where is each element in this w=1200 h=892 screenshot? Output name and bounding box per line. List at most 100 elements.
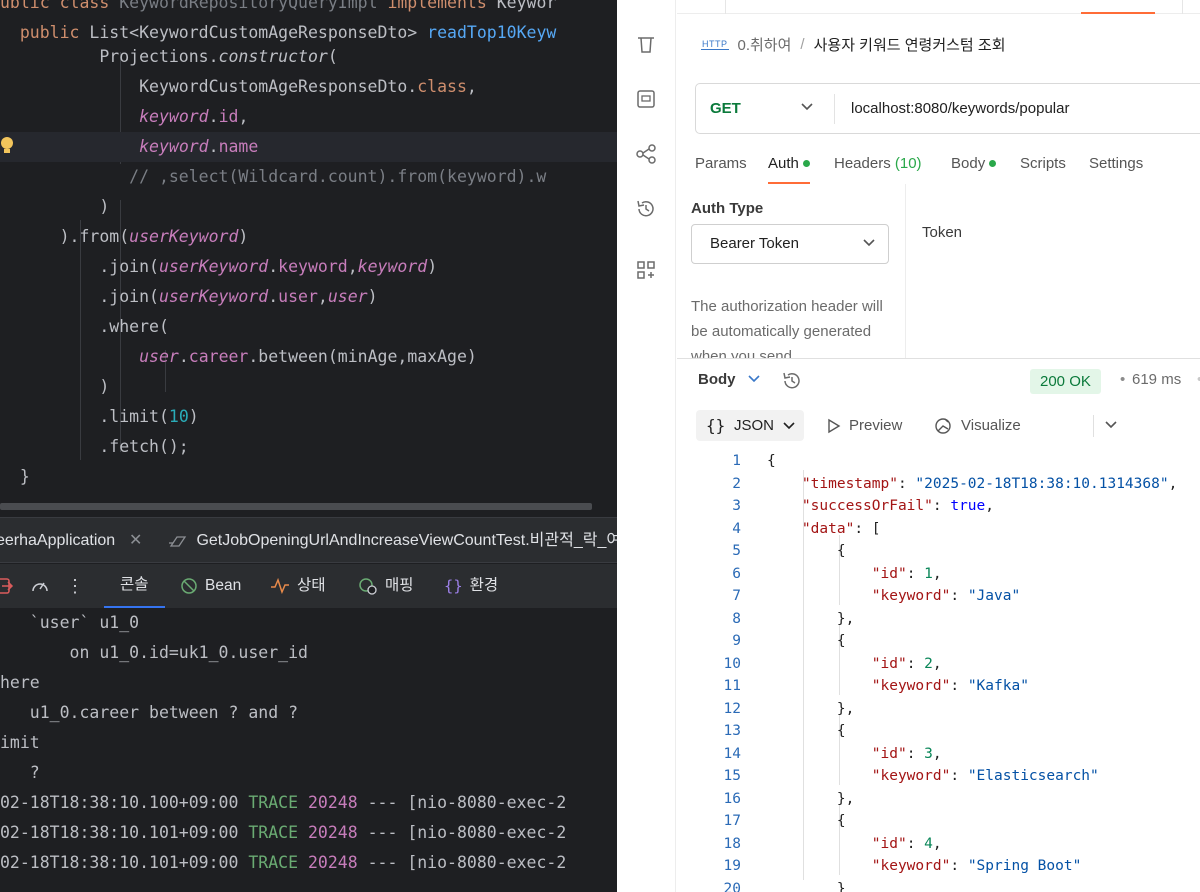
code-token: "Java"	[967, 588, 1021, 604]
request-name[interactable]: 사용자 키워드 연령커스텀 조회	[814, 34, 1006, 55]
code-token: keyword	[139, 137, 209, 156]
line-number: 4	[732, 520, 741, 537]
code-token: userKeyword	[158, 257, 269, 276]
tab-params[interactable]: Params	[695, 150, 747, 184]
code-token: .join(	[0, 287, 159, 306]
breadcrumb-collection[interactable]: 0.취하여	[738, 34, 792, 55]
tab-label: Bean	[205, 577, 242, 594]
json-line: {	[767, 450, 776, 473]
code-token: {	[767, 723, 846, 739]
code-token: :	[906, 835, 925, 852]
json-line: {	[767, 630, 846, 653]
visualize-button[interactable]: Visualize	[933, 410, 1021, 441]
tab-mapping[interactable]: 매핑	[358, 564, 414, 608]
code-token: "Spring Boot"	[967, 858, 1082, 874]
code-line: // ,select(Wildcard.count).from(keyword)…	[0, 162, 617, 192]
code-token: :	[906, 655, 925, 672]
preview-button[interactable]: Preview	[827, 410, 902, 441]
history-icon[interactable]	[635, 198, 657, 220]
tab-console[interactable]: 콘솔	[104, 564, 165, 608]
url-input[interactable]	[851, 84, 1200, 133]
tab-status[interactable]: 상태	[270, 564, 326, 608]
code-token: career	[188, 347, 249, 366]
code-token: },	[767, 700, 855, 717]
status-badge[interactable]: 200 OK	[1030, 369, 1101, 394]
code-token: 20248	[307, 793, 368, 812]
tab-body[interactable]: Body	[951, 150, 997, 184]
request-tabs: Params Auth Headers (10) Body Scripts Se…	[695, 150, 1200, 184]
console-output[interactable]: `user` u1_0 on u1_0.id=uk1_0.user_id here…	[0, 608, 617, 892]
tab-scripts[interactable]: Scripts	[1020, 150, 1066, 184]
flows-icon[interactable]	[635, 143, 657, 165]
code-token: "data"	[801, 520, 855, 537]
chevron-down-icon[interactable]	[747, 374, 761, 384]
console-line: imit	[0, 728, 40, 758]
code-line: ).from(userKeyword)	[0, 222, 617, 252]
auth-type-select[interactable]: Bearer Token	[691, 224, 889, 264]
line-number: 18	[723, 835, 741, 852]
scrollbar-thumb[interactable]	[0, 503, 592, 510]
lightbulb-icon[interactable]	[0, 136, 16, 156]
line-number: 11	[723, 678, 741, 694]
code-token: class	[417, 77, 467, 96]
code-line: keyword.name	[0, 132, 617, 162]
format-select[interactable]: {} JSON	[696, 410, 804, 441]
code-token: "2025-02-18T18:38:10.1314368"	[915, 475, 1169, 492]
environment-icon[interactable]	[635, 88, 657, 110]
code-token: {	[767, 633, 846, 649]
tab-environment[interactable]: {} 환경	[444, 564, 498, 608]
line-number: 20	[723, 880, 741, 892]
code-editor[interactable]: ublic class KeywordRepositoryQueryImpl i…	[0, 0, 617, 500]
code-token: public	[0, 23, 90, 42]
format-label: JSON	[734, 417, 775, 434]
trash-icon[interactable]	[635, 33, 657, 55]
add-widget-icon[interactable]	[635, 259, 657, 281]
code-token: ,	[932, 655, 942, 672]
gauge-icon[interactable]	[30, 577, 50, 595]
tab-bean[interactable]: Bean	[180, 564, 241, 608]
tab-auth[interactable]: Auth	[768, 150, 810, 184]
code-token: 02-18T18:38:10.101+09:00	[0, 823, 249, 842]
code-token: user	[278, 287, 318, 306]
response-time[interactable]: 619 ms	[1132, 371, 1181, 388]
play-icon	[828, 418, 841, 433]
code-token: --- [nio-8080-exec-2	[367, 793, 567, 812]
code-token: imit	[0, 733, 40, 752]
code-line: ublic class KeywordRepositoryQueryImpl i…	[0, 0, 617, 18]
code-token: 2	[924, 655, 933, 672]
tab-label: Headers	[834, 155, 891, 172]
code-token: .where(	[0, 317, 169, 336]
json-line: "keyword": "Java"	[767, 585, 1020, 608]
run-tab-test[interactable]: GetJobOpeningUrlAndIncreaseViewCountTest…	[168, 518, 617, 564]
code-token: "keyword"	[871, 768, 951, 784]
request-tab-strip	[677, 0, 1200, 14]
code-line: }	[0, 462, 617, 492]
tab-label: 상태	[297, 577, 326, 594]
code-token: }	[767, 880, 846, 892]
auth-type-label: Auth Type	[691, 200, 764, 217]
json-response-viewer[interactable]: 1 {2 "timestamp": "2025-02-18T18:38:10.13…	[677, 450, 1200, 892]
visualize-icon	[935, 417, 951, 434]
response-body-tab[interactable]: Body	[698, 371, 736, 388]
chevron-down-icon[interactable]	[800, 102, 814, 112]
tab-headers[interactable]: Headers (10)	[834, 150, 922, 184]
code-token: implements	[387, 0, 497, 12]
code-token: ).from(	[0, 227, 130, 246]
braces-icon: {}	[444, 577, 463, 595]
more-options-icon[interactable]: ⋮	[66, 564, 84, 608]
close-icon[interactable]: ✕	[129, 518, 142, 564]
method-select[interactable]: GET	[710, 84, 741, 133]
code-token: id	[218, 107, 239, 126]
code-token: :	[906, 745, 925, 762]
chevron-down-icon[interactable]	[1104, 420, 1118, 430]
code-token: :	[950, 678, 968, 694]
exit-icon[interactable]	[0, 577, 14, 595]
code-token: "id"	[871, 835, 907, 852]
console-line: `user` u1_0	[0, 608, 139, 638]
horizontal-scrollbar[interactable]	[0, 500, 617, 512]
history-icon[interactable]	[781, 370, 803, 392]
run-tab-application[interactable]: eerhaApplication	[0, 518, 115, 564]
code-token: ?	[0, 763, 40, 782]
tab-settings[interactable]: Settings	[1089, 150, 1143, 184]
